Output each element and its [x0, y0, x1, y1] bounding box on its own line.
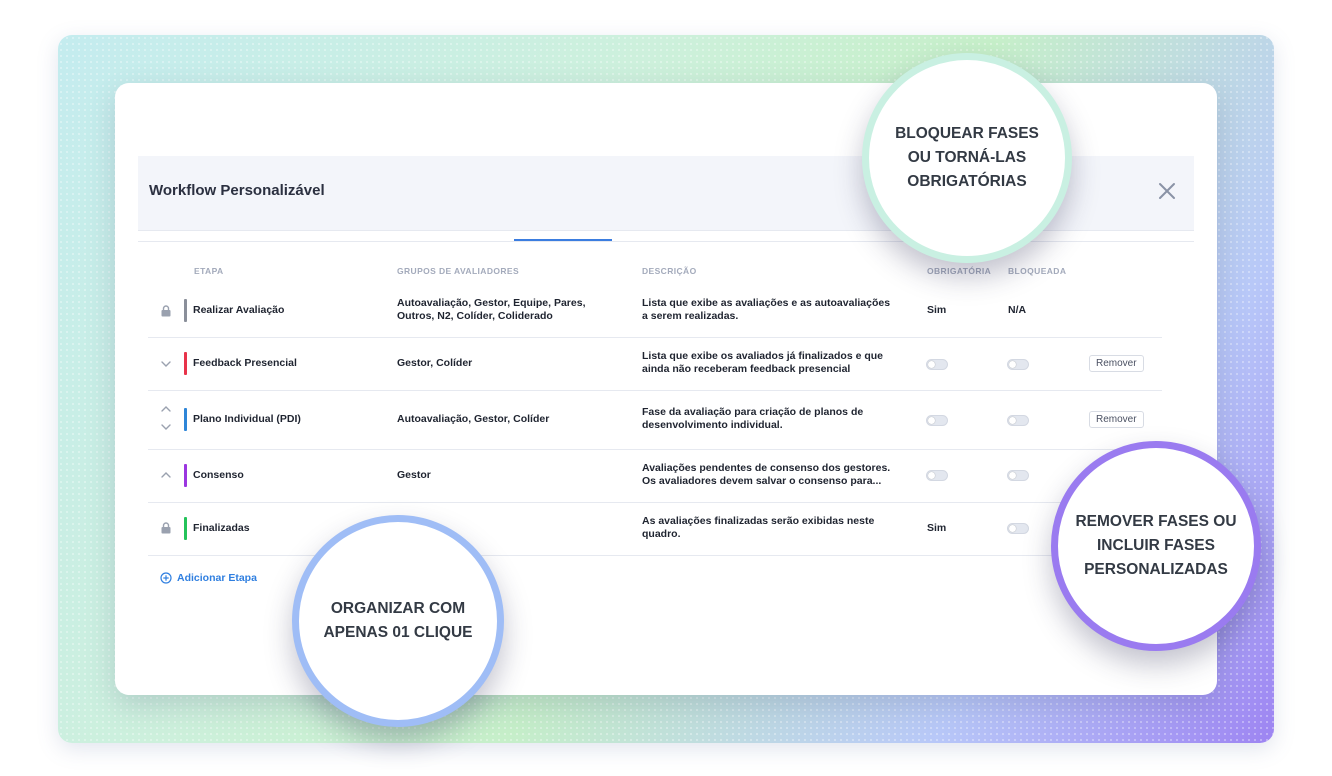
stage-name: Feedback Presencial	[193, 357, 297, 369]
description-line: Avaliações pendentes de consenso dos ges…	[642, 462, 891, 474]
col-header-blocked: BLOQUEADA	[1008, 266, 1067, 276]
evaluator-groups-line: Autoavaliação, Gestor, Equipe, Pares,	[397, 297, 586, 309]
stage-color-bar	[184, 299, 187, 322]
evaluator-groups: Gestor, Colíder	[397, 357, 473, 369]
callout-remove-phases: REMOVER FASES OU INCLUIR FASES PERSONALI…	[1051, 441, 1261, 651]
chevron-up-icon[interactable]	[160, 471, 172, 479]
chevron-down-icon[interactable]	[160, 360, 172, 368]
stage-description: As avaliações finalizadas serão exibidas…	[642, 515, 874, 541]
stage-color-bar	[184, 517, 187, 540]
lock-icon	[161, 305, 171, 317]
tab-divider	[138, 241, 1194, 242]
stage-name: Realizar Avaliação	[193, 304, 285, 316]
col-header-stage: ETAPA	[194, 266, 224, 276]
description-line: As avaliações finalizadas serão exibidas…	[642, 515, 875, 527]
stage-name: Finalizadas	[193, 522, 250, 534]
active-tab-indicator[interactable]	[514, 239, 612, 241]
callout-text: REMOVER FASES OU INCLUIR FASES PERSONALI…	[1075, 510, 1236, 582]
table-row: Feedback Presencial Gestor, Colíder List…	[148, 338, 1162, 391]
required-toggle[interactable]	[926, 359, 948, 370]
callout-line: APENAS 01 CLIQUE	[323, 624, 473, 641]
modal-title: Workflow Personalizável	[149, 182, 325, 199]
stage-description: Avaliações pendentes de consenso dos ges…	[642, 462, 890, 488]
remove-button[interactable]: Remover	[1089, 411, 1144, 428]
chevron-up-icon[interactable]	[160, 405, 172, 413]
required-value: Sim	[927, 304, 947, 316]
evaluator-groups: Gestor	[397, 469, 431, 481]
table-row: Finalizadas As avaliações finalizadas se…	[148, 503, 1162, 556]
callout-line: INCLUIR FASES	[1097, 537, 1215, 554]
stage-description: Lista que exibe as avaliações e as autoa…	[642, 297, 890, 323]
col-header-description: DESCRIÇÃO	[642, 266, 697, 276]
description-line: quadro.	[642, 528, 681, 540]
blocked-toggle[interactable]	[1007, 415, 1029, 426]
callout-text: BLOQUEAR FASES OU TORNÁ-LAS OBRIGATÓRIAS	[895, 122, 1039, 194]
stage-description: Fase da avaliação para criação de planos…	[642, 406, 863, 432]
lock-icon	[161, 522, 171, 534]
blocked-value: N/A	[1008, 304, 1027, 316]
stage-color-bar	[184, 408, 187, 431]
required-toggle[interactable]	[926, 415, 948, 426]
callout-line: BLOQUEAR FASES	[895, 125, 1039, 142]
description-line: a serem realizadas.	[642, 310, 739, 322]
col-header-groups: GRUPOS DE AVALIADORES	[397, 266, 520, 276]
description-line: Fase da avaliação para criação de planos…	[642, 406, 864, 418]
stage-description: Lista que exibe os avaliados já finaliza…	[642, 350, 883, 376]
callout-line: ORGANIZAR COM	[330, 600, 466, 617]
description-line: ainda não receberam feedback presencial	[642, 363, 851, 375]
close-button[interactable]	[1156, 180, 1178, 202]
evaluator-groups-line: Outros, N2, Colíder, Coliderado	[397, 310, 553, 322]
col-header-required: OBRIGATÓRIA	[927, 266, 992, 276]
blocked-toggle[interactable]	[1007, 470, 1029, 481]
description-line: Lista que exibe os avaliados já finaliza…	[642, 350, 883, 362]
evaluator-groups: Autoavaliação, Gestor, Colíder	[397, 413, 550, 425]
callout-line: REMOVER FASES OU	[1075, 513, 1237, 530]
remove-button[interactable]: Remover	[1089, 355, 1144, 372]
blocked-toggle[interactable]	[1007, 359, 1029, 370]
close-icon	[1159, 183, 1175, 199]
callout-organize: ORGANIZAR COM APENAS 01 CLIQUE	[292, 515, 504, 727]
table-row: Realizar Avaliação Autoavaliação, Gestor…	[148, 285, 1162, 338]
required-value: Sim	[927, 522, 947, 534]
blocked-toggle[interactable]	[1007, 523, 1029, 534]
evaluator-groups: Autoavaliação, Gestor, Equipe, Pares, Ou…	[397, 297, 586, 323]
callout-lock-phases: BLOQUEAR FASES OU TORNÁ-LAS OBRIGATÓRIAS	[862, 53, 1072, 263]
callout-text: ORGANIZAR COM APENAS 01 CLIQUE	[323, 597, 472, 645]
stage-name: Plano Individual (PDI)	[193, 413, 301, 425]
plus-circle-icon	[160, 572, 172, 584]
add-stage-button[interactable]: Adicionar Etapa	[160, 572, 257, 584]
add-stage-label: Adicionar Etapa	[177, 572, 257, 584]
description-line: desenvolvimento individual.	[642, 419, 783, 431]
description-line: Lista que exibe as avaliações e as autoa…	[642, 297, 891, 309]
callout-line: OBRIGATÓRIAS	[907, 173, 1027, 190]
stage-color-bar	[184, 352, 187, 375]
chevron-down-icon[interactable]	[160, 423, 172, 431]
description-line: Os avaliadores devem salvar o consenso p…	[642, 475, 882, 487]
stage-name: Consenso	[193, 469, 244, 481]
stage-color-bar	[184, 464, 187, 487]
callout-line: OU TORNÁ-LAS	[907, 149, 1027, 166]
required-toggle[interactable]	[926, 470, 948, 481]
table-row: Plano Individual (PDI) Autoavaliação, Ge…	[148, 391, 1162, 450]
table-row: Consenso Gestor Avaliações pendentes de …	[148, 450, 1162, 503]
callout-line: PERSONALIZADAS	[1084, 561, 1228, 578]
